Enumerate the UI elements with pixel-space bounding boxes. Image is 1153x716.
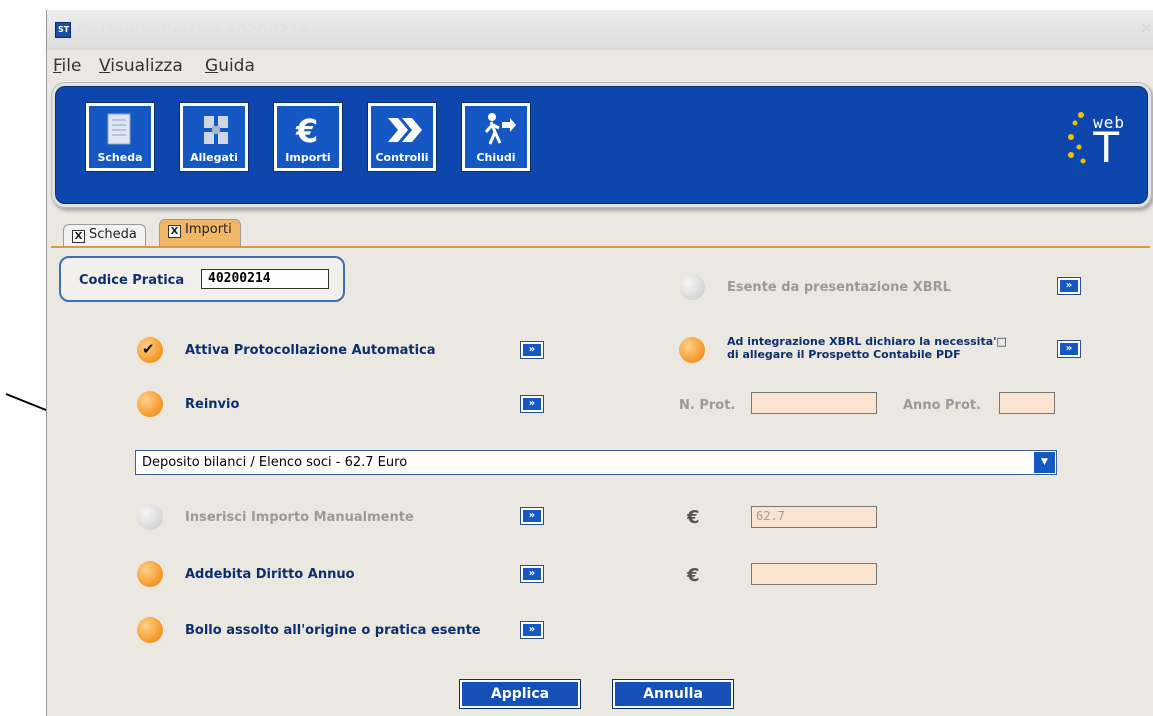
menu-bar: File Visualizza Guida: [47, 52, 1153, 78]
integrazione-xbrl-label: Ad integrazione XBRL dichiaro la necessi…: [727, 335, 1007, 361]
reinvio-label: Reinvio: [185, 397, 240, 412]
anno-prot-label: Anno Prot.: [903, 398, 982, 413]
inserisci-importo-label: Inserisci Importo Manualmente: [185, 510, 414, 525]
menu-file[interactable]: File: [53, 56, 81, 76]
n-prot-label: N. Prot.: [679, 398, 736, 413]
diritto-annuo-field[interactable]: [751, 563, 877, 585]
bollo-label: Bollo assolto all'origine o pratica esen…: [185, 623, 481, 638]
exit-walk-icon: [484, 113, 516, 145]
codice-pratica-group: Codice Pratica 40200214: [59, 256, 345, 302]
chevron-down-icon[interactable]: ▼: [1034, 452, 1055, 473]
esente-xbrl-label: Esente da presentazione XBRL: [727, 280, 951, 295]
attiva-protocollazione-radio[interactable]: ✔: [137, 337, 163, 363]
euro-icon: €: [687, 565, 700, 586]
tariffa-select-value: Deposito bilanci / Elenco soci - 62.7 Eu…: [142, 455, 408, 470]
bollo-radio[interactable]: [137, 617, 163, 643]
attachments-icon: [204, 116, 228, 144]
document-icon: [107, 113, 131, 145]
chiudi-button[interactable]: Chiudi: [461, 102, 531, 172]
addebita-diritto-label: Addebita Diritto Annuo: [185, 567, 355, 582]
codice-pratica-label: Codice Pratica: [79, 273, 185, 288]
esente-xbrl-info-button[interactable]: »: [1057, 277, 1081, 295]
attiva-protocollazione-info-button[interactable]: »: [520, 341, 544, 359]
check-icon: ✔: [142, 340, 155, 358]
scheda-button[interactable]: Scheda: [85, 102, 155, 172]
importo-field[interactable]: 62.7: [751, 506, 877, 528]
integrazione-xbrl-radio[interactable]: [679, 337, 705, 363]
webt-logo: web T: [1065, 109, 1135, 172]
tab-checkbox[interactable]: X: [72, 230, 85, 243]
window-title: Dettaglio Pratica 40200214: [77, 21, 310, 39]
n-prot-field[interactable]: [751, 392, 877, 414]
controlli-button[interactable]: Controlli: [367, 102, 437, 172]
bollo-info-button[interactable]: »: [520, 621, 544, 639]
inserisci-importo-info-button[interactable]: »: [520, 507, 544, 525]
euro-icon: €: [687, 507, 700, 528]
toolbar: Scheda Allegati € Importi Controlli Chiu…: [51, 82, 1152, 208]
close-icon[interactable]: ✕: [1140, 21, 1152, 37]
euro-icon: €: [295, 112, 318, 148]
addebita-diritto-radio[interactable]: [137, 561, 163, 587]
attiva-protocollazione-label: Attiva Protocollazione Automatica: [185, 343, 436, 358]
importi-button[interactable]: € Importi: [273, 102, 343, 172]
inserisci-importo-radio[interactable]: [137, 504, 163, 530]
tab-content: [51, 246, 1150, 716]
toolbar-panel: Scheda Allegati € Importi Controlli Chiu…: [55, 86, 1148, 204]
menu-visualizza[interactable]: Visualizza: [99, 56, 183, 76]
tab-checkbox[interactable]: X: [168, 225, 181, 238]
menu-guida[interactable]: Guida: [205, 56, 255, 76]
esente-xbrl-radio[interactable]: [679, 274, 705, 300]
annulla-button[interactable]: Annulla: [612, 679, 734, 709]
codice-pratica-field[interactable]: 40200214: [201, 269, 329, 289]
addebita-diritto-info-button[interactable]: »: [520, 565, 544, 583]
integrazione-xbrl-info-button[interactable]: »: [1057, 340, 1081, 358]
svg-text:€: €: [295, 112, 318, 148]
allegati-button[interactable]: Allegati: [179, 102, 249, 172]
app-window: ST Dettaglio Pratica 40200214 ✕ File Vis…: [46, 10, 1153, 716]
anno-prot-field[interactable]: [999, 392, 1055, 414]
title-bar[interactable]: ST Dettaglio Pratica 40200214 ✕: [47, 10, 1153, 50]
reinvio-radio[interactable]: [137, 391, 163, 417]
tariffa-select[interactable]: Deposito bilanci / Elenco soci - 62.7 Eu…: [135, 450, 1057, 475]
reinvio-info-button[interactable]: »: [520, 395, 544, 413]
tab-importi[interactable]: X Importi: [159, 219, 241, 246]
applica-button[interactable]: Applica: [459, 679, 581, 709]
app-icon: ST: [55, 22, 71, 38]
tab-scheda[interactable]: X Scheda: [63, 224, 146, 246]
double-chevron-icon: [388, 118, 422, 142]
